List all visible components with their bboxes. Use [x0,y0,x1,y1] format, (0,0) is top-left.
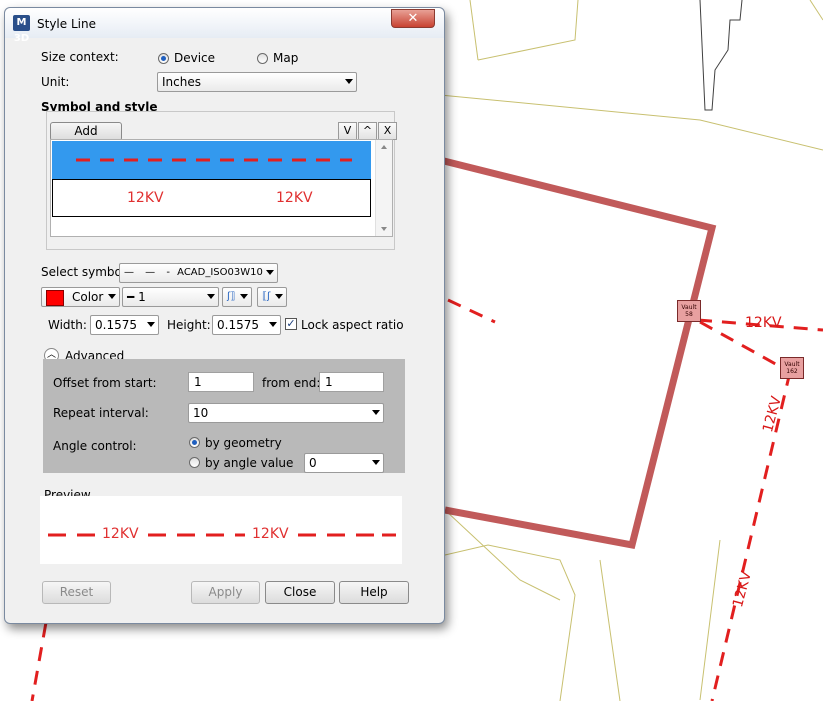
chevron-down-icon [266,270,274,275]
width-label: Width: [48,318,87,332]
color-swatch [46,290,64,306]
size-context-map-radio[interactable] [257,53,268,64]
symbol-list-scrollbar[interactable] [375,140,392,236]
unit-label: Unit: [41,75,70,89]
move-down-button[interactable]: V [338,122,357,140]
close-icon[interactable]: ✕ [391,9,435,28]
color-picker[interactable]: Color [41,287,120,307]
symbol-dash-preview-icon: — — - [124,267,174,278]
chevron-down-icon [372,410,380,415]
select-symbol-label: Select symbol: [41,265,130,279]
chevron-down-icon [207,294,215,299]
boundary-line [439,156,717,550]
angle-by-geometry-radio[interactable] [189,437,200,448]
title-bar[interactable]: M 3D Style Line ✕ [5,8,444,44]
app-icon: M 3D [13,15,30,44]
close-button[interactable]: Close [265,581,335,604]
lock-aspect-label[interactable]: Lock aspect ratio [301,318,404,332]
lock-aspect-checkbox[interactable]: ✓ [285,318,297,330]
chevron-down-icon [345,79,353,84]
chevron-down-icon [108,294,116,299]
symbol-list[interactable]: 12KV 12KV [50,139,393,237]
angle-by-value-label[interactable]: by angle value [205,456,293,470]
offset-start-label: Offset from start: [53,376,157,390]
unit-select[interactable]: Inches [157,72,357,92]
preview-text-2: 12KV [252,526,289,542]
scroll-up-icon[interactable] [381,145,387,149]
angle-control-label: Angle control: [53,439,137,453]
offset-start-input[interactable]: 1 [188,372,254,392]
angle-by-value-radio[interactable] [189,457,200,468]
vault-marker[interactable]: Vault 58 [677,300,701,322]
width-combobox[interactable]: 0.1575 [90,315,159,335]
repeat-interval-label: Repeat interval: [53,406,149,420]
preview-text-1: 12KV [102,526,139,542]
building-outline [699,0,743,111]
height-label: Height: [167,318,211,332]
line-icon: ━ [127,290,135,304]
reset-button[interactable]: Reset [42,581,111,604]
chevron-down-icon [147,322,155,327]
vault-marker[interactable]: Vault 162 [780,357,804,379]
size-context-label: Size context: [41,50,119,64]
repeat-interval-select[interactable]: 10 [188,403,384,423]
symbol-row-text[interactable]: 12KV 12KV [52,179,371,217]
size-context-map-label[interactable]: Map [273,51,298,65]
remove-symbol-button[interactable]: X [378,122,397,140]
chevron-down-icon [275,294,283,299]
angle-value-combobox[interactable]: 0 [304,453,384,473]
size-context-device-label[interactable]: Device [174,51,215,65]
scroll-down-icon[interactable] [381,227,387,231]
line-start-cap-select[interactable]: ʃ⟧ [222,287,252,307]
symbol-row-dash-selected[interactable] [52,141,371,179]
preview-area: 12KV 12KV [40,496,402,564]
angle-by-geometry-label[interactable]: by geometry [205,436,282,450]
from-end-input[interactable]: 1 [319,372,384,392]
line-cap-icon: ⟦ʃ [262,291,271,302]
preview-line [48,533,396,537]
dash-line-sample [76,158,352,162]
chevron-down-icon [372,460,380,465]
symbol-row-text-1: 12KV [127,190,164,206]
help-button[interactable]: Help [339,581,409,604]
dialog-title: Style Line [37,17,96,31]
chevron-down-icon [240,294,248,299]
chevron-down-icon [269,322,277,327]
line-cap-icon: ʃ⟧ [227,291,236,302]
move-up-button[interactable]: ^ [358,122,377,140]
apply-button[interactable]: Apply [191,581,260,604]
line-end-cap-select[interactable]: ⟦ʃ [257,287,287,307]
select-symbol-dropdown[interactable]: — — - ACAD_ISO03W10 [119,263,278,283]
size-context-device-radio[interactable] [158,53,169,64]
map-line-label: 12KV [745,315,782,331]
lineweight-select[interactable]: ━ 1 [122,287,219,307]
parcel-outlines [439,0,823,701]
from-end-label: from end: [262,376,321,390]
symbol-row-text-2: 12KV [276,190,313,206]
height-combobox[interactable]: 0.1575 [212,315,281,335]
